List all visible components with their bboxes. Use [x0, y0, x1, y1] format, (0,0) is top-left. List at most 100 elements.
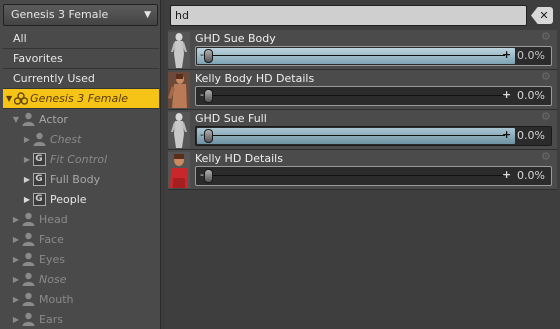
property-value[interactable]: 0.0%	[517, 129, 545, 142]
slider-track	[197, 48, 515, 64]
property-group-tree: ▼ Actor ▶ Chest ▶ G Fit Control ▶ G Full…	[3, 109, 159, 329]
gear-icon[interactable]: ⚙	[541, 151, 552, 162]
tree-item-label: Full Body	[50, 172, 101, 186]
gear-icon[interactable]: ⚙	[541, 111, 552, 122]
property-panel: hd ✕ GHD Sue Body ⚙ - + 0.0% Kelly Body …	[165, 0, 560, 329]
property-value[interactable]: 0.0%	[517, 49, 545, 62]
category-item-currently-used[interactable]: Currently Used	[3, 69, 159, 89]
increment-icon[interactable]: +	[502, 168, 511, 181]
property-name: Kelly Body HD Details	[195, 72, 315, 85]
collapsed-triangle-icon[interactable]: ▶	[11, 215, 21, 224]
slider-handle[interactable]	[204, 169, 213, 183]
category-label: All	[13, 32, 27, 45]
person-icon	[21, 112, 35, 126]
slider-line	[210, 55, 505, 56]
slider-handle[interactable]	[204, 129, 213, 143]
tree-item-label: Eyes	[39, 252, 65, 266]
increment-icon[interactable]: +	[502, 48, 511, 61]
person-icon	[21, 212, 35, 226]
tree-item-label: Nose	[39, 272, 67, 286]
clear-icon[interactable]: ✕	[531, 7, 553, 24]
tree-item-head[interactable]: ▶ Head	[3, 209, 159, 229]
grey-figure-thumbnail	[168, 32, 190, 68]
tree-item-people[interactable]: ▶ G People	[3, 189, 159, 209]
property-value[interactable]: 0.0%	[517, 89, 545, 102]
property-slider[interactable]: - + 0.0%	[195, 86, 552, 106]
figure-node-icon	[13, 92, 29, 105]
tree-item-ears[interactable]: ▶ Ears	[3, 309, 159, 329]
slider-track	[197, 128, 515, 144]
tree-item-chest[interactable]: ▶ Chest	[3, 129, 159, 149]
person-icon	[21, 292, 35, 306]
tree-item-fit-control[interactable]: ▶ G Fit Control	[3, 149, 159, 169]
slider-line	[210, 175, 505, 176]
person-icon	[21, 312, 35, 326]
property-row[interactable]: GHD Sue Full ⚙ - + 0.0%	[168, 110, 557, 150]
tree-item-label: Fit Control	[50, 152, 108, 166]
property-name: GHD Sue Body	[195, 32, 276, 45]
expanded-triangle-icon[interactable]: ▼	[11, 115, 21, 124]
tree-item-label: Face	[39, 232, 64, 246]
increment-icon[interactable]: +	[502, 88, 511, 101]
slider-handle[interactable]	[204, 49, 213, 63]
tree-item-label: Actor	[39, 112, 68, 126]
expand-triangle-icon[interactable]: ▼	[6, 89, 12, 109]
search-input[interactable]: hd	[170, 5, 527, 26]
tree-item-label: People	[50, 192, 87, 206]
property-name: Kelly HD Details	[195, 152, 283, 165]
tree-item-label: Ears	[39, 312, 63, 326]
collapsed-triangle-icon[interactable]: ▶	[22, 135, 32, 144]
category-label: Favorites	[13, 52, 63, 65]
collapsed-triangle-icon[interactable]: ▶	[11, 235, 21, 244]
group-icon: G	[32, 192, 46, 206]
collapsed-triangle-icon[interactable]: ▶	[22, 155, 32, 164]
property-row[interactable]: Kelly Body HD Details ⚙ - + 0.0%	[168, 70, 557, 110]
slider-line	[210, 95, 505, 96]
slider-track	[197, 168, 515, 184]
tan-figure-thumbnail	[168, 72, 190, 108]
tree-item-eyes[interactable]: ▶ Eyes	[3, 249, 159, 269]
property-slider[interactable]: - + 0.0%	[195, 166, 552, 186]
category-list: All Favorites Currently Used ▼ Genesis 3…	[3, 29, 159, 109]
group-icon: G	[32, 152, 46, 166]
property-slider[interactable]: - + 0.0%	[195, 126, 552, 146]
slider-line	[210, 135, 505, 136]
collapsed-triangle-icon[interactable]: ▶	[22, 195, 32, 204]
tree-item-label: Chest	[50, 132, 82, 146]
category-label: Genesis 3 Female	[30, 91, 129, 105]
tree-item-full-body[interactable]: ▶ G Full Body	[3, 169, 159, 189]
chevron-down-icon[interactable]: ▼	[144, 5, 151, 25]
property-slider[interactable]: - + 0.0%	[195, 46, 552, 66]
content-library-panel: Genesis 3 Female ▼ All Favorites Current…	[0, 0, 161, 329]
figure-selector-label: Genesis 3 Female	[11, 8, 109, 21]
property-value[interactable]: 0.0%	[517, 169, 545, 182]
increment-icon[interactable]: +	[502, 128, 511, 141]
collapsed-triangle-icon[interactable]: ▶	[11, 295, 21, 304]
collapsed-triangle-icon[interactable]: ▶	[22, 175, 32, 184]
tree-item-nose[interactable]: ▶ Nose	[3, 269, 159, 289]
property-name: GHD Sue Full	[195, 112, 267, 125]
collapsed-triangle-icon[interactable]: ▶	[11, 275, 21, 284]
group-icon: G	[32, 172, 46, 186]
tree-item-mouth[interactable]: ▶ Mouth	[3, 289, 159, 309]
gear-icon[interactable]: ⚙	[541, 71, 552, 82]
figure-selector[interactable]: Genesis 3 Female ▼	[3, 4, 158, 26]
collapsed-triangle-icon[interactable]: ▶	[11, 315, 21, 324]
category-item-genesis-3-female[interactable]: ▼ Genesis 3 Female	[3, 89, 159, 109]
red-figure-thumbnail	[168, 152, 190, 188]
person-icon	[32, 132, 46, 146]
collapsed-triangle-icon[interactable]: ▶	[11, 255, 21, 264]
person-icon	[21, 272, 35, 286]
category-item-favorites[interactable]: Favorites	[3, 49, 159, 69]
property-row[interactable]: GHD Sue Body ⚙ - + 0.0%	[168, 30, 557, 70]
property-list: GHD Sue Body ⚙ - + 0.0% Kelly Body HD De…	[168, 30, 557, 190]
tree-item-label: Mouth	[39, 292, 74, 306]
tree-item-face[interactable]: ▶ Face	[3, 229, 159, 249]
tree-item-actor[interactable]: ▼ Actor	[3, 109, 159, 129]
slider-handle[interactable]	[204, 89, 213, 103]
grey-figure-thumbnail	[168, 112, 190, 148]
category-item-all[interactable]: All	[3, 29, 159, 49]
property-row[interactable]: Kelly HD Details ⚙ - + 0.0%	[168, 150, 557, 190]
category-label: Currently Used	[13, 72, 95, 85]
gear-icon[interactable]: ⚙	[541, 31, 552, 42]
